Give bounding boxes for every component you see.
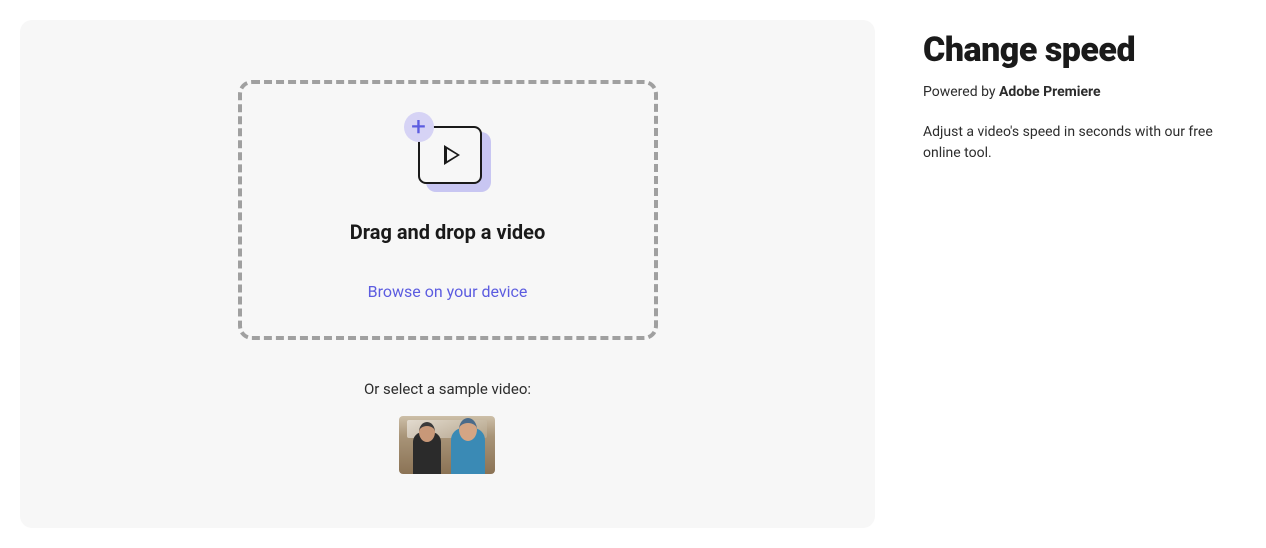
upload-panel: + Drag and drop a video Browse on your d… [20,20,875,528]
browse-device-link[interactable]: Browse on your device [368,282,528,301]
brand-name: Adobe Premiere [999,84,1101,100]
drop-zone-title: Drag and drop a video [350,220,545,244]
plus-icon: + [404,112,434,142]
upload-video-icon: + [408,120,488,192]
page-title: Change speed [923,30,1236,70]
sample-video-section: Or select a sample video: [364,380,531,474]
info-panel: Change speed Powered by Adobe Premiere A… [875,20,1266,528]
powered-by-text: Powered by Adobe Premiere [923,84,1236,100]
drop-zone[interactable]: + Drag and drop a video Browse on your d… [238,80,658,340]
sample-video-thumbnail[interactable] [399,416,495,474]
sample-video-label: Or select a sample video: [364,380,531,398]
tool-description: Adjust a video's speed in seconds with o… [923,122,1236,164]
